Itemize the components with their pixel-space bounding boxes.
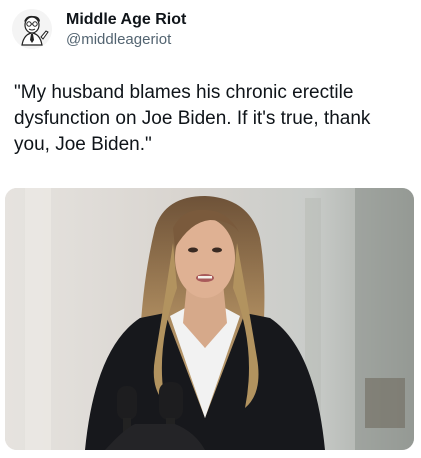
tweet-header: Middle Age Riot @middleageriot (12, 4, 412, 54)
tweet-photo[interactable] (5, 188, 414, 450)
photo-woman-speaking-at-podium (5, 188, 414, 450)
cartoon-man-avatar-icon (12, 9, 52, 49)
user-handle[interactable]: @middleageriot (66, 30, 186, 49)
author-names: Middle Age Riot @middleageriot (66, 10, 186, 49)
avatar[interactable] (12, 9, 52, 49)
tweet-text: "My husband blames his chronic erectile … (14, 82, 371, 155)
display-name[interactable]: Middle Age Riot (66, 10, 186, 30)
